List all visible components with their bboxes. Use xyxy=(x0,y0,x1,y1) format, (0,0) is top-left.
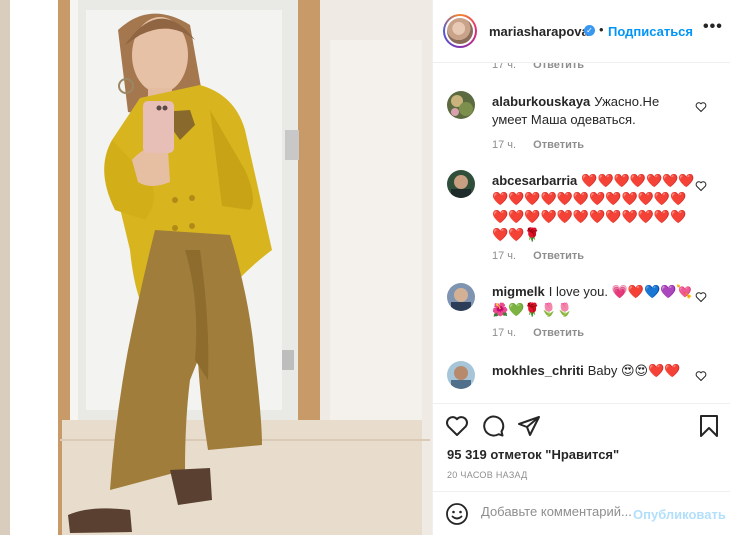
reply-button[interactable]: Ответить xyxy=(533,250,584,262)
post-timestamp: 20 ЧАСОВ НАЗАД xyxy=(447,470,528,480)
comment-text: mokhles_chriti Baby 😍😍❤️❤️ xyxy=(492,362,697,380)
commenter-avatar[interactable] xyxy=(447,170,475,198)
commenter-username[interactable]: migmelk xyxy=(492,284,545,299)
follow-button[interactable]: Подписаться xyxy=(608,24,693,39)
comment-meta: 17 ч. Ответить xyxy=(492,139,584,151)
comment-text: abcesarbarria ❤️❤️❤️❤️❤️❤️❤️❤️❤️❤️❤️❤️❤️❤… xyxy=(492,172,697,244)
comment-meta: 17 ч. Ответить xyxy=(492,250,584,262)
comments-list[interactable]: 17 ч. Ответить alaburkouskaya Ужасно.Не у… xyxy=(433,63,730,403)
avatar-image xyxy=(447,361,475,389)
bookmark-icon[interactable] xyxy=(697,414,721,438)
avatar-image xyxy=(447,283,475,311)
emoji-smiley-icon[interactable] xyxy=(445,502,469,526)
like-comment-heart-icon[interactable] xyxy=(695,291,707,303)
avatar-border xyxy=(445,16,475,46)
comment-time: 17 ч. xyxy=(492,250,517,262)
commenter-username[interactable]: mokhles_chriti xyxy=(492,363,584,378)
more-options-icon[interactable]: ••• xyxy=(703,18,723,36)
comment-text: alaburkouskaya Ужасно.Не умеет Маша одева… xyxy=(492,93,697,129)
verified-badge-icon: ✓ xyxy=(584,25,595,36)
like-comment-heart-icon[interactable] xyxy=(695,101,707,113)
header-separator: • xyxy=(599,22,604,37)
post-actions: 95 319 отметок "Нравится" 20 ЧАСОВ НАЗАД xyxy=(433,403,730,492)
comment-time: 17 ч. xyxy=(492,139,517,151)
comment-meta: 17 ч. Ответить xyxy=(492,63,584,71)
avatar-image xyxy=(447,91,475,119)
like-comment-heart-icon[interactable] xyxy=(695,180,707,192)
commenter-avatar[interactable] xyxy=(447,361,475,389)
add-comment-bar: Опубликовать xyxy=(433,491,730,536)
commenter-avatar[interactable] xyxy=(447,91,475,119)
like-comment-heart-icon[interactable] xyxy=(695,370,707,382)
comment-body: Baby 😍😍❤️❤️ xyxy=(587,363,681,378)
reply-button[interactable]: Ответить xyxy=(533,63,584,71)
commenter-avatar[interactable] xyxy=(447,283,475,311)
post-header: mariasharapova ✓ • Подписаться ••• xyxy=(433,0,730,63)
publish-button[interactable]: Опубликовать xyxy=(633,507,726,522)
avatar-image xyxy=(447,170,475,198)
commenter-username[interactable]: alaburkouskaya xyxy=(492,94,590,109)
comment-bubble-icon[interactable] xyxy=(481,414,505,438)
comment-time: 17 ч. xyxy=(492,63,517,71)
owner-username[interactable]: mariasharapova xyxy=(489,24,589,39)
reply-button[interactable]: Ответить xyxy=(533,139,584,151)
comment-text: migmelk I love you. 💗❤️💙💜💘🌺💚🌹🌷🌷 xyxy=(492,283,697,319)
likes-count[interactable]: 95 319 отметок "Нравится" xyxy=(447,447,619,462)
comment-time: 17 ч. xyxy=(492,327,517,339)
comment-input[interactable] xyxy=(481,504,631,519)
avatar-image xyxy=(447,18,473,44)
commenter-username[interactable]: abcesarbarria xyxy=(492,173,577,188)
post-side-panel: mariasharapova ✓ • Подписаться ••• 17 ч.… xyxy=(433,0,730,535)
post-photo[interactable] xyxy=(0,0,432,535)
like-heart-icon[interactable] xyxy=(445,414,469,438)
share-direct-icon[interactable] xyxy=(517,414,541,438)
reply-button[interactable]: Ответить xyxy=(533,327,584,339)
comment-meta: 17 ч. Ответить xyxy=(492,327,584,339)
post-image xyxy=(0,0,432,535)
owner-avatar[interactable] xyxy=(443,14,477,48)
